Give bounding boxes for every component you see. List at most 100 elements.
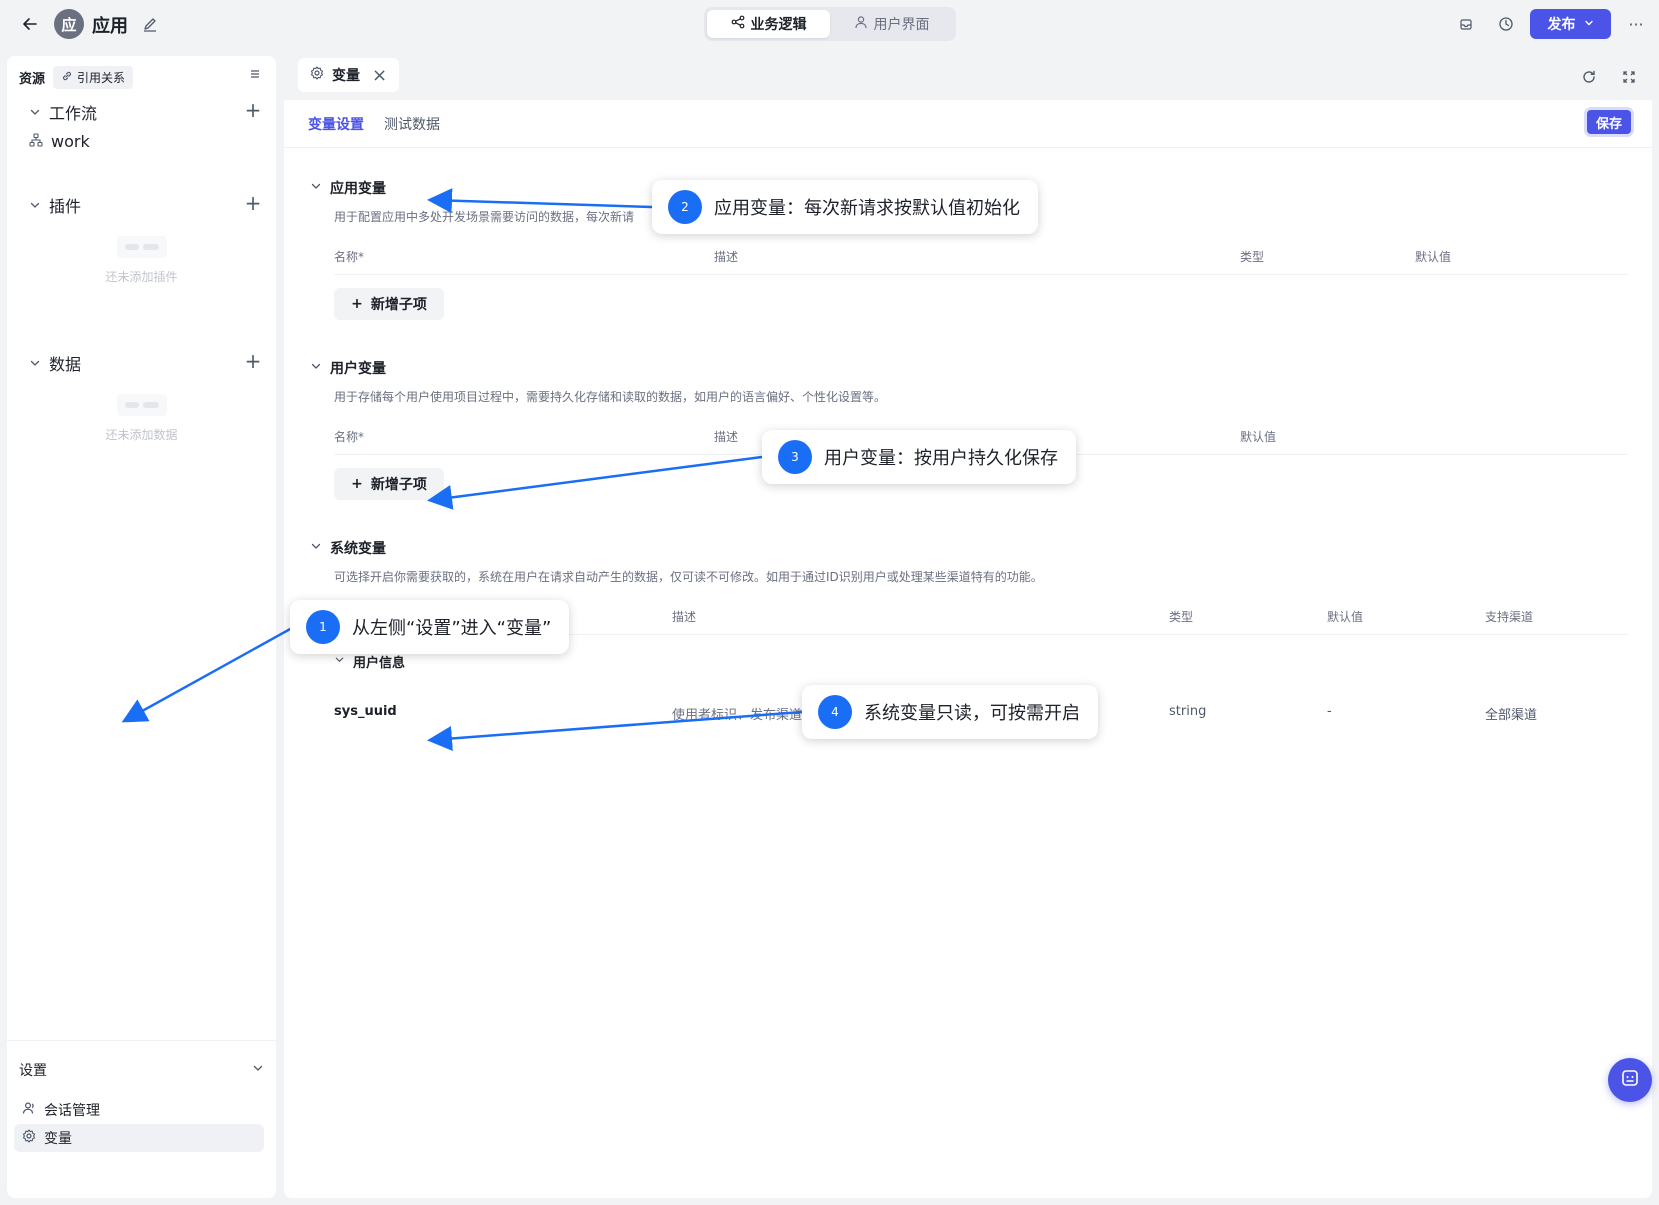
annotation-text: 应用变量：每次新请求按默认值初始化 [714,198,1020,219]
chevron-down-icon [310,360,322,376]
app-variables-desc: 用于配置应用中多处开发场景需要访问的数据，每次新请 [334,210,635,224]
system-variables-desc: 可选择开启你需要获取的，系统在用户在请求自动产生的数据，仅可读不可修改。如用于通… [334,570,1043,584]
user-variables-header[interactable]: 用户变量 [310,358,386,378]
tab-user-interface[interactable]: 用户界面 [830,10,953,38]
edit-pencil-icon[interactable] [140,14,160,34]
chevron-down-icon [1584,16,1594,32]
sidebar-divider [7,1040,276,1041]
variable-name-cell: sys_uuid [334,704,397,719]
file-tab-label: 变量 [332,68,360,84]
settings-item-variables[interactable]: 变量 [14,1124,264,1152]
share-nodes-icon [731,15,745,33]
chevron-down-icon [310,180,322,196]
settings-section-header[interactable]: 设置 [19,1060,264,1080]
add-user-variable-button[interactable]: + 新增子项 [334,468,444,500]
menu-icon[interactable] [245,64,265,84]
column-header: 名称* [334,250,365,264]
close-icon[interactable]: × [372,65,387,86]
data-section-header[interactable]: 数据 [29,351,81,375]
assistant-icon [1620,1068,1640,1092]
plugins-empty-text: 还未添加插件 [105,270,178,284]
user-info-group-label: 用户信息 [353,656,406,671]
add-plugin-icon[interactable]: + [243,193,263,213]
add-workflow-icon[interactable]: + [243,100,263,120]
chevron-down-icon [252,1062,264,1078]
app-title: 应用 [92,16,128,37]
file-tab-bar: 变量 × [284,56,1652,100]
user-info-group-header[interactable]: 用户信息 [334,652,405,671]
annotation-callout-3: 3 用户变量：按用户持久化保存 [762,430,1076,484]
annotation-callout-1: 1 从左侧“设置”进入“变量” [290,600,570,654]
link-icon [61,70,73,85]
file-tab-variables[interactable]: 变量 × [298,58,400,92]
publish-label: 发布 [1547,17,1576,33]
assistant-floating-button[interactable] [1608,1058,1652,1102]
workflow-section-header[interactable]: 工作流 [29,100,97,124]
column-header: 类型 [1240,250,1265,264]
chevron-down-icon [29,103,41,122]
annotation-badge: 3 [778,440,812,474]
inbox-icon[interactable] [1454,12,1478,36]
annotation-callout-2: 2 应用变量：每次新请求按默认值初始化 [652,180,1038,234]
refresh-icon[interactable] [1578,66,1600,88]
tab-user-interface-label: 用户界面 [873,17,930,33]
publish-button[interactable]: 发布 [1530,9,1611,39]
plugins-section-header[interactable]: 插件 [29,193,81,217]
variable-type-cell: string [1169,704,1207,719]
top-bar: 应 应用 业务逻辑 用户界面 发布 ··· [0,0,1659,48]
settings-item-conversation[interactable]: 会话管理 [14,1096,264,1124]
add-button-label: 新增子项 [370,477,427,493]
workflow-item-label: work [51,132,90,151]
plugins-empty-illustration [117,236,167,258]
chevron-down-icon [334,654,345,669]
system-variables-header[interactable]: 系统变量 [310,538,386,558]
user-variables-title: 用户变量 [330,361,386,377]
chevron-down-icon [310,540,322,556]
plugins-section-label: 插件 [49,197,82,216]
add-data-icon[interactable]: + [243,351,263,371]
tab-variable-settings[interactable]: 变量设置 [308,114,364,134]
system-variables-title: 系统变量 [330,541,386,557]
app-avatar: 应 [54,9,84,39]
plus-icon: + [351,296,363,312]
resources-label[interactable]: 资源 [19,68,45,87]
column-header: 描述 [714,430,739,444]
references-label: 引用关系 [77,71,126,85]
references-tab[interactable]: 引用关系 [53,66,134,89]
add-button-label: 新增子项 [370,297,427,313]
plus-icon: + [351,476,363,492]
column-header: 默认值 [1415,250,1452,264]
settings-item-label: 会话管理 [44,1103,100,1119]
more-icon[interactable]: ··· [1624,12,1648,36]
workflow-section-label: 工作流 [49,104,98,123]
annotation-text: 从左侧“设置”进入“变量” [352,618,552,639]
mode-switch: 业务逻辑 用户界面 [704,7,956,41]
annotation-callout-4: 4 系统变量只读，可按需开启 [802,685,1098,739]
annotation-text: 用户变量：按用户持久化保存 [824,448,1058,469]
back-arrow-icon[interactable] [18,12,42,36]
variable-channel-cell: 全部渠道 [1485,708,1538,723]
app-variables-header[interactable]: 应用变量 [310,178,386,198]
save-button[interactable]: 保存 [1587,110,1631,134]
resource-sidebar: 资源 引用关系 工作流 + work 插件 + 还未添加插件 数据 + 还未添加… [7,56,276,1198]
gear-icon [22,1129,36,1147]
data-empty-illustration [117,394,167,416]
column-header: 类型 [1169,610,1194,624]
fullscreen-icon[interactable] [1618,66,1640,88]
tab-business-logic[interactable]: 业务逻辑 [707,10,830,38]
workflow-item-work[interactable]: work [29,132,90,151]
tab-test-data[interactable]: 测试数据 [384,114,440,134]
add-app-variable-button[interactable]: + 新增子项 [334,288,444,320]
tab-business-logic-label: 业务逻辑 [750,17,807,33]
divider [334,274,1628,275]
annotation-text: 系统变量只读，可按需开启 [864,703,1080,724]
data-empty-text: 还未添加数据 [105,428,178,442]
column-header: 默认值 [1240,430,1277,444]
history-icon[interactable] [1494,12,1518,36]
user-icon [854,15,868,33]
chevron-down-icon [29,196,41,215]
variable-desc-cell: 使用者标识、发布渠道 [672,708,803,723]
user-variables-desc: 用于存储每个用户使用项目过程中，需要持久化存储和读取的数据，如用户的语言偏好、个… [334,390,887,404]
settings-section-label: 设置 [19,1063,47,1079]
users-icon [22,1101,36,1119]
